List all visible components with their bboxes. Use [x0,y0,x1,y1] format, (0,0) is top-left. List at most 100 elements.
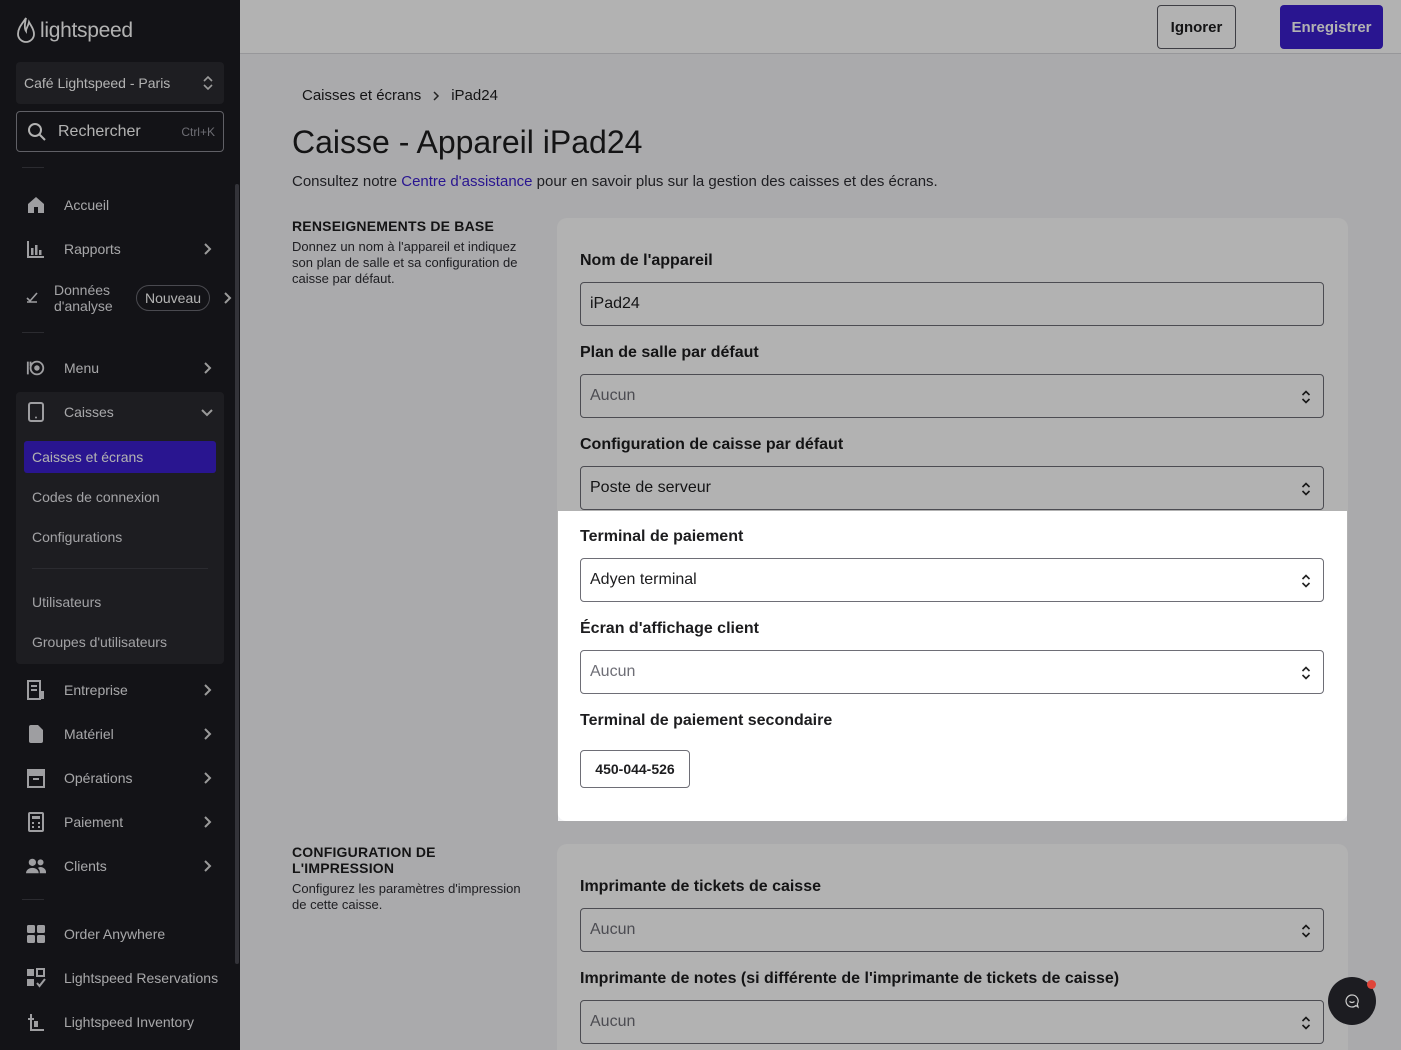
description-text: Consultez notre [292,173,402,190]
customer-display-select[interactable]: Aucun [580,650,1324,694]
nav-item-hardware[interactable]: Matériel [16,714,224,754]
location-selector[interactable]: Café Lightspeed - Paris [16,62,224,104]
grid-icon [26,924,46,944]
floor-plan-select[interactable]: Aucun [580,374,1324,418]
updown-chevron-icon [203,75,213,91]
chevron-right-icon [204,362,212,374]
secondary-terminal-label: Terminal de paiement secondaire [580,712,833,729]
nav-label: Lightspeed Reservations [64,970,219,986]
nav-label: Matériel [64,726,114,742]
nav-item-reservations[interactable]: Lightspeed Reservations [16,958,224,998]
section-heading: CONFIGURATION DE L'IMPRESSION [292,844,436,876]
notes-printer-select[interactable]: Aucun [580,1000,1324,1044]
subnav-configurations[interactable]: Configurations [24,521,216,553]
divider [22,167,44,168]
receipt-printer-label: Imprimante de tickets de caisse [580,878,821,895]
search-shortcut: Ctrl+K [181,124,215,139]
nav-label: Caisses [64,404,114,420]
breadcrumb: Caisses et écrans iPad24 [302,87,498,104]
updown-chevron-icon [1301,390,1311,404]
secondary-terminal-chip[interactable]: 450-044-526 [580,750,690,788]
chevron-down-icon [201,409,213,417]
nav-label: Entreprise [64,682,128,698]
nav-label: Opérations [64,770,133,786]
bar-chart-icon [26,239,46,259]
nav-item-home[interactable]: Accueil [16,185,224,225]
lightspeed-logo[interactable]: lightspeed [16,16,133,46]
nav-item-registers[interactable]: Caisses [16,392,224,432]
nav-item-operations[interactable]: Opérations [16,758,224,798]
select-value: Aucun [590,1013,636,1030]
hardware-icon [26,724,46,744]
nav-item-reports[interactable]: Rapports [16,229,224,269]
breadcrumb-current: iPad24 [451,87,498,104]
updown-chevron-icon [1301,1016,1311,1030]
subnav-label: Codes de connexion [32,489,160,505]
nav-label: Rapports [64,241,121,257]
nav-item-payment[interactable]: Paiement [16,802,224,842]
updown-chevron-icon [1301,482,1311,496]
payment-terminal-label: Terminal de paiement [580,528,744,545]
field-value: iPad24 [590,295,640,312]
analytics-label-line1: Données [54,282,111,298]
divider [22,332,44,333]
section-heading: RENSEIGNEMENTS DE BASE [292,218,494,234]
subnav-registers-screens[interactable]: Caisses et écrans [24,441,216,473]
chevron-right-icon [433,90,440,101]
chat-bubble-icon [1345,994,1359,1009]
select-value: Poste de serveur [590,479,711,496]
notification-dot [1367,980,1376,989]
chevron-right-icon [204,243,212,255]
updown-chevron-icon [1301,924,1311,938]
device-name-field[interactable]: iPad24 [580,282,1324,326]
subnav-label: Caisses et écrans [32,449,144,465]
device-name-label: Nom de l'appareil [580,252,713,269]
chevron-right-icon [224,292,232,304]
save-button[interactable]: Enregistrer [1280,5,1383,49]
search-label: Rechercher [58,122,141,140]
help-center-link[interactable]: Centre d'assistance [401,173,532,190]
select-value: Aucun [590,663,636,680]
page-description: Consultez notre Centre d'assistance pour… [292,173,938,190]
spotlight-overlay [1347,511,1401,821]
nav-item-inventory[interactable]: Lightspeed Inventory [16,1002,224,1042]
flame-icon [17,17,35,43]
people-icon [26,856,46,876]
print-section-header: CONFIGURATION DE L'IMPRESSION Configurez… [292,844,532,913]
updown-chevron-icon [1301,574,1311,588]
subnav-label: Groupes d'utilisateurs [32,634,167,650]
subnav-users[interactable]: Utilisateurs [24,586,216,618]
reservations-icon [26,968,46,988]
menu-dish-icon [26,358,46,378]
chevron-right-icon [204,816,212,828]
breadcrumb-parent-link[interactable]: Caisses et écrans [302,87,421,104]
select-value: Aucun [590,387,636,404]
payment-terminal-select[interactable]: Adyen terminal [580,558,1324,602]
nav-label: Accueil [64,197,110,213]
nav-item-order-anywhere[interactable]: Order Anywhere [16,914,224,954]
page-title: Caisse - Appareil iPad24 [292,124,643,160]
register-config-select[interactable]: Poste de serveur [580,466,1324,510]
nav-item-enterprise[interactable]: Entreprise [16,670,224,710]
subnav-user-groups[interactable]: Groupes d'utilisateurs [24,626,216,658]
brand-name: lightspeed [40,19,133,42]
tablet-icon [26,402,46,422]
ignore-button[interactable]: Ignorer [1157,5,1236,49]
chevron-right-icon [204,772,212,784]
basic-info-section-header: RENSEIGNEMENTS DE BASE Donnez un nom à l… [292,218,532,287]
analytics-label-line2: d'analyse [54,298,113,314]
search-input[interactable]: Rechercher Ctrl+K [16,111,224,152]
chat-support-button[interactable] [1328,977,1376,1025]
subnav-divider [32,568,208,569]
nav-label: Order Anywhere [64,926,166,942]
calculator-icon [26,812,46,832]
nav-label: Paiement [64,814,124,830]
home-icon [26,195,46,215]
receipt-printer-select[interactable]: Aucun [580,908,1324,952]
nav-label: Menu [64,360,100,376]
updown-chevron-icon [1301,666,1311,680]
nav-item-menu[interactable]: Menu [16,348,224,388]
nav-item-analytics[interactable]: Données d'analyse Nouveau [16,278,236,318]
nav-item-clients[interactable]: Clients [16,846,224,886]
subnav-login-codes[interactable]: Codes de connexion [24,481,216,513]
